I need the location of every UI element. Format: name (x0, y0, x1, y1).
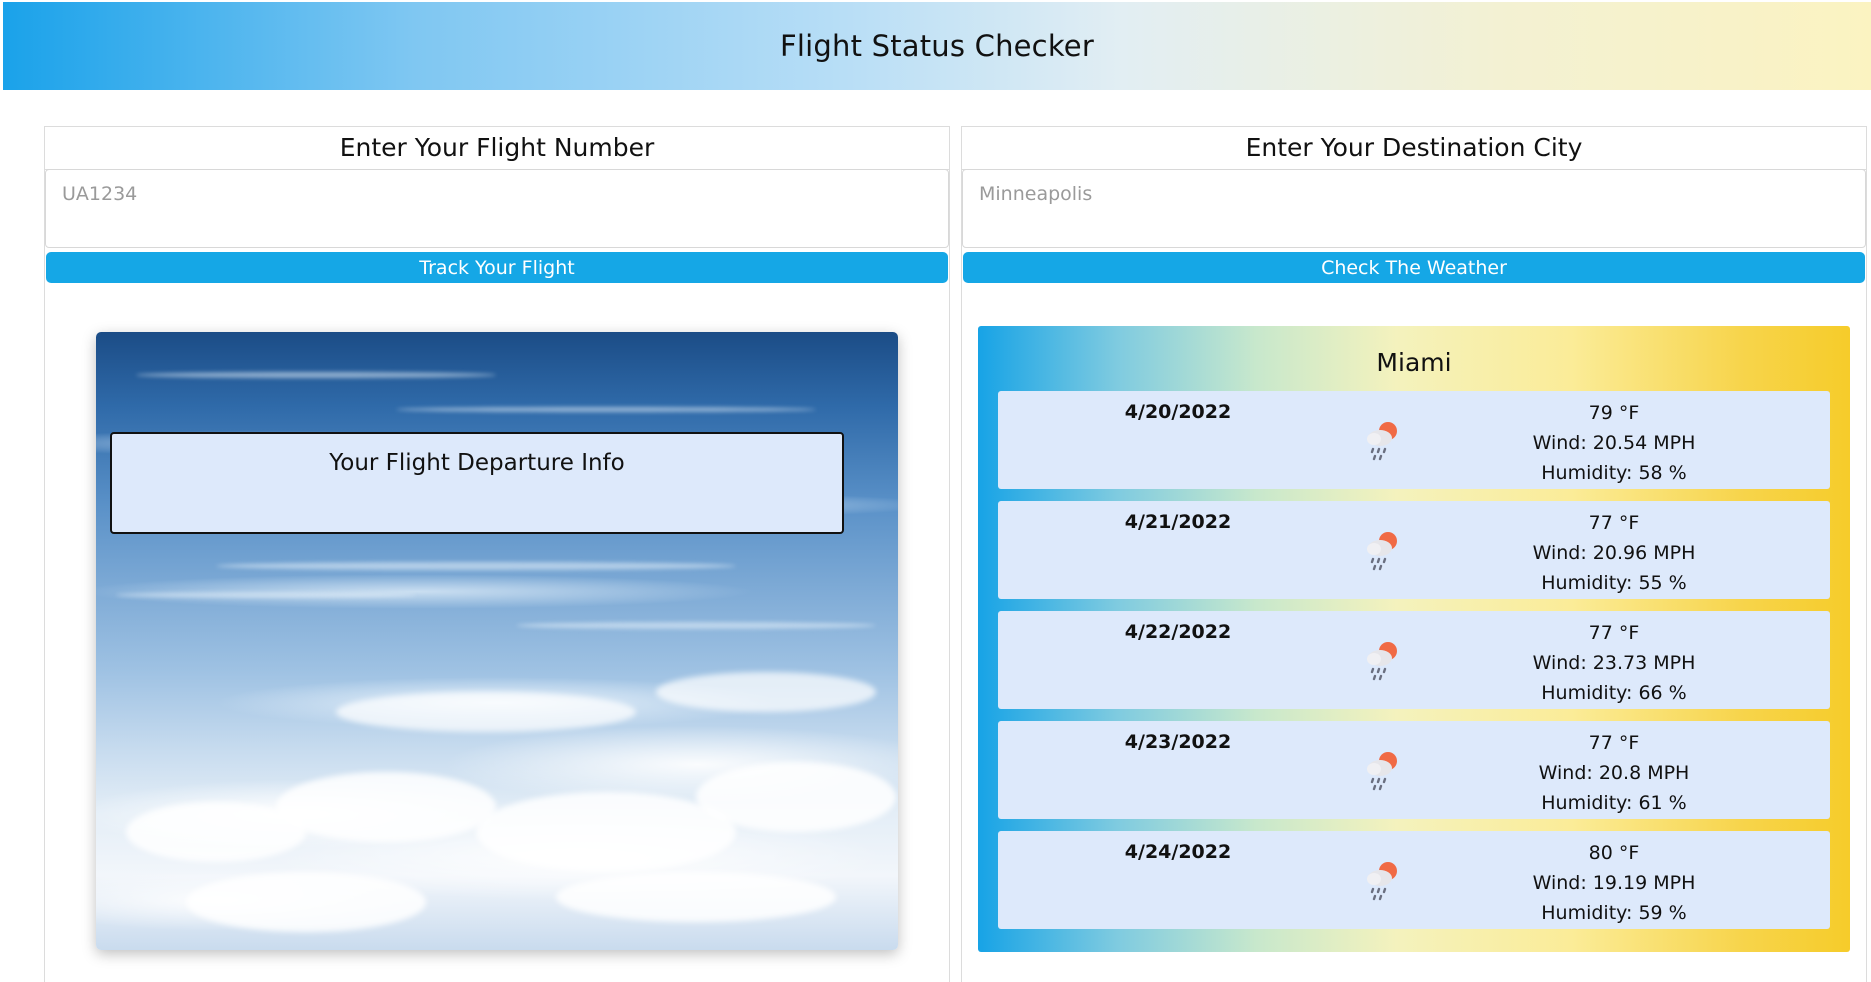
rain-cloud-sun-icon (1362, 527, 1402, 577)
forecast-date: 4/21/2022 (1124, 511, 1232, 533)
forecast-date: 4/20/2022 (1124, 401, 1232, 423)
forecast-wind: Wind: 19.19 MPH (1532, 872, 1696, 894)
flight-panel-title: Enter Your Flight Number (45, 127, 949, 170)
check-weather-button[interactable]: Check The Weather (963, 252, 1865, 283)
flight-panel: Enter Your Flight Number Track Your Flig… (44, 126, 950, 982)
sky-image: Your Flight Departure Info (96, 332, 898, 950)
forecast-wind: Wind: 20.54 MPH (1532, 432, 1696, 454)
rain-cloud-sun-icon (1362, 857, 1402, 907)
flight-departure-info-label: Your Flight Departure Info (329, 450, 625, 476)
weather-forecast: Miami 4/20/2022 79 °F Wind: 20.54 MPH Hu… (978, 326, 1850, 952)
forecast-date: 4/24/2022 (1124, 841, 1232, 863)
rain-cloud-sun-icon (1362, 417, 1402, 467)
rain-cloud-sun-icon (1362, 747, 1402, 797)
track-flight-button[interactable]: Track Your Flight (46, 252, 948, 283)
weather-panel: Enter Your Destination City Check The We… (961, 126, 1867, 982)
forecast-details: 77 °F Wind: 20.96 MPH Humidity: 55 % (1398, 508, 1830, 598)
forecast-humidity: Humidity: 58 % (1541, 462, 1687, 484)
forecast-wind: Wind: 20.8 MPH (1538, 762, 1690, 784)
page-title: Flight Status Checker (780, 29, 1094, 63)
forecast-temperature: 77 °F (1588, 512, 1640, 534)
forecast-temperature: 80 °F (1588, 842, 1640, 864)
forecast-day-card: 4/23/2022 77 °F Wind: 20.8 MPH Humidity:… (998, 721, 1830, 819)
forecast-details: 79 °F Wind: 20.54 MPH Humidity: 58 % (1398, 398, 1830, 488)
forecast-temperature: 77 °F (1588, 622, 1640, 644)
rain-cloud-sun-icon (1362, 637, 1402, 687)
forecast-details: 80 °F Wind: 19.19 MPH Humidity: 59 % (1398, 838, 1830, 928)
forecast-date: 4/23/2022 (1124, 731, 1232, 753)
forecast-temperature: 77 °F (1588, 732, 1640, 754)
forecast-humidity: Humidity: 55 % (1541, 572, 1687, 594)
forecast-date: 4/22/2022 (1124, 621, 1232, 643)
forecast-temperature: 79 °F (1588, 402, 1640, 424)
weather-panel-title: Enter Your Destination City (962, 127, 1866, 170)
forecast-day-card: 4/20/2022 79 °F Wind: 20.54 MPH Humidity… (998, 391, 1830, 489)
page-header: Flight Status Checker (3, 2, 1871, 90)
flight-departure-info-box: Your Flight Departure Info (110, 432, 844, 534)
forecast-day-card: 4/22/2022 77 °F Wind: 23.73 MPH Humidity… (998, 611, 1830, 709)
forecast-wind: Wind: 20.96 MPH (1532, 542, 1696, 564)
forecast-humidity: Humidity: 59 % (1541, 902, 1687, 924)
forecast-wind: Wind: 23.73 MPH (1532, 652, 1696, 674)
forecast-day-card: 4/24/2022 80 °F Wind: 19.19 MPH Humidity… (998, 831, 1830, 929)
forecast-details: 77 °F Wind: 20.8 MPH Humidity: 61 % (1398, 728, 1830, 818)
app-frame: Flight Status Checker Enter Your Flight … (0, 0, 1871, 982)
forecast-details: 77 °F Wind: 23.73 MPH Humidity: 66 % (1398, 618, 1830, 708)
destination-city-input[interactable] (962, 169, 1866, 248)
forecast-day-card: 4/21/2022 77 °F Wind: 20.96 MPH Humidity… (998, 501, 1830, 599)
weather-city-name: Miami (1376, 348, 1452, 377)
flight-number-input[interactable] (45, 169, 949, 248)
forecast-humidity: Humidity: 66 % (1541, 682, 1687, 704)
forecast-humidity: Humidity: 61 % (1541, 792, 1687, 814)
